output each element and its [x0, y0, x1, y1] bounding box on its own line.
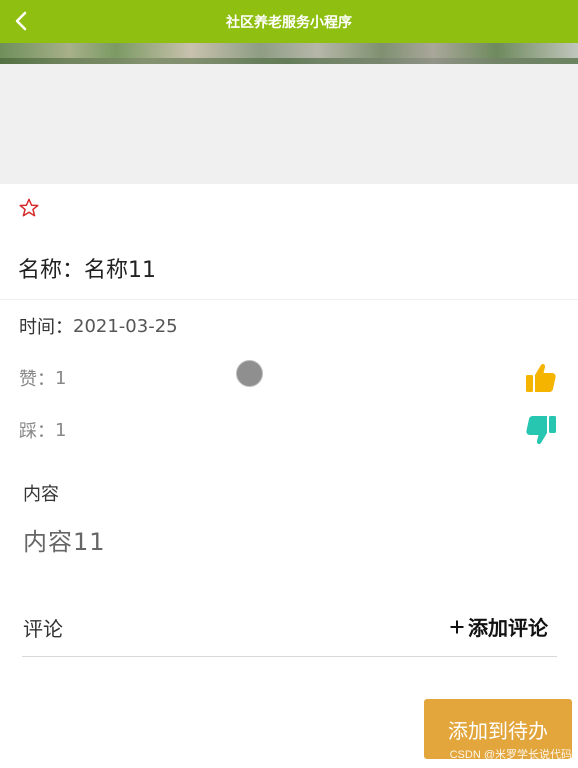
time-row: 时间： 2021-03-25: [19, 313, 178, 339]
divider: [0, 299, 578, 300]
name-label: 名称：: [18, 258, 85, 283]
page-title: 社区养老服务小程序: [226, 14, 352, 31]
like-count: 1: [55, 367, 67, 389]
star-outline-icon: [19, 198, 39, 217]
content-value: 内容11: [23, 528, 106, 556]
banner-image: [0, 43, 578, 64]
content-label: 内容: [23, 484, 59, 505]
thumbs-up-icon: [526, 363, 556, 392]
dislike-row: 踩： 1: [19, 417, 66, 443]
thumbs-down-icon: [526, 416, 556, 445]
banner-placeholder: [0, 64, 578, 184]
dislike-count: 1: [55, 419, 67, 441]
plus-icon: [450, 620, 464, 633]
dislike-label: 踩：: [19, 421, 55, 442]
name-value: 名称11: [84, 258, 157, 283]
time-value: 2021-03-25: [73, 315, 178, 337]
watermark: CSDN @米罗学长说代码: [449, 749, 572, 761]
dislike-button[interactable]: [524, 413, 558, 447]
back-button[interactable]: [10, 9, 32, 33]
chevron-left-icon: [15, 11, 27, 31]
add-comment-label: 添加评论: [468, 616, 548, 640]
like-row: 赞： 1: [19, 365, 66, 391]
like-button[interactable]: [524, 361, 558, 395]
item-name: 名称： 名称11: [18, 250, 156, 286]
like-label: 赞：: [19, 369, 55, 390]
touch-cursor-indicator: [236, 360, 263, 387]
time-label: 时间：: [19, 317, 73, 338]
add-comment-button[interactable]: 添加评论: [449, 612, 548, 641]
comments-divider: [22, 656, 557, 657]
comments-label: 评论: [23, 617, 63, 641]
header-bar: 社区养老服务小程序: [0, 0, 578, 43]
favorite-button[interactable]: [18, 197, 40, 219]
